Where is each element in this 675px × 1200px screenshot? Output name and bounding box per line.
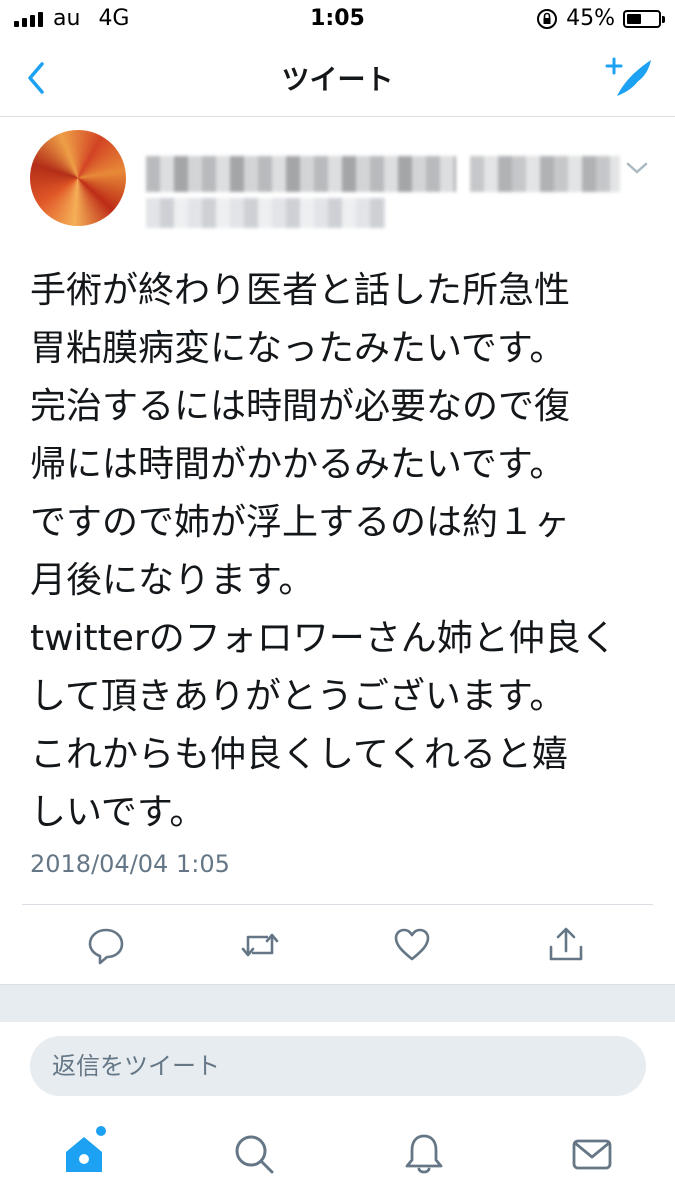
compose-tweet-icon[interactable]: [603, 54, 655, 100]
messages-mail-icon[interactable]: [570, 1132, 614, 1176]
bottom-tab-bar: [0, 1112, 675, 1200]
navigation-bar: ツイート: [0, 38, 675, 117]
orientation-lock-icon: [537, 8, 558, 29]
battery-fill: [627, 13, 641, 24]
display-name-blurred[interactable]: [146, 156, 456, 192]
battery-percent: 45%: [566, 6, 615, 31]
status-bar: au 4G 1:05 45%: [0, 0, 675, 38]
home-notification-dot: [96, 1126, 106, 1136]
tweet-timestamp: 2018/04/04 1:05: [30, 850, 230, 878]
tweet-text: 手術が終わり医者と話した所急性 胃粘膜病変になったみたいです。 完治するには時間…: [30, 270, 617, 833]
handle-blurred: [146, 198, 386, 228]
battery-icon: [623, 9, 665, 28]
tweet-header: [0, 116, 675, 246]
reply-icon[interactable]: [86, 925, 126, 965]
retweet-icon[interactable]: [240, 925, 280, 965]
like-heart-icon[interactable]: [392, 925, 432, 965]
tweet-action-bar: [22, 904, 653, 985]
notifications-bell-icon[interactable]: [402, 1132, 446, 1176]
username-blurred[interactable]: [470, 156, 620, 192]
page-title: ツイート: [281, 63, 394, 96]
chevron-down-icon[interactable]: [625, 160, 649, 176]
section-divider: [0, 984, 675, 1024]
reply-bar: 返信をツイート: [0, 1022, 675, 1112]
reply-input[interactable]: 返信をツイート: [30, 1036, 646, 1096]
search-icon[interactable]: [232, 1132, 276, 1176]
avatar[interactable]: [30, 130, 126, 226]
home-icon[interactable]: [62, 1132, 106, 1176]
share-icon[interactable]: [546, 925, 586, 965]
status-right: 45%: [536, 6, 665, 31]
